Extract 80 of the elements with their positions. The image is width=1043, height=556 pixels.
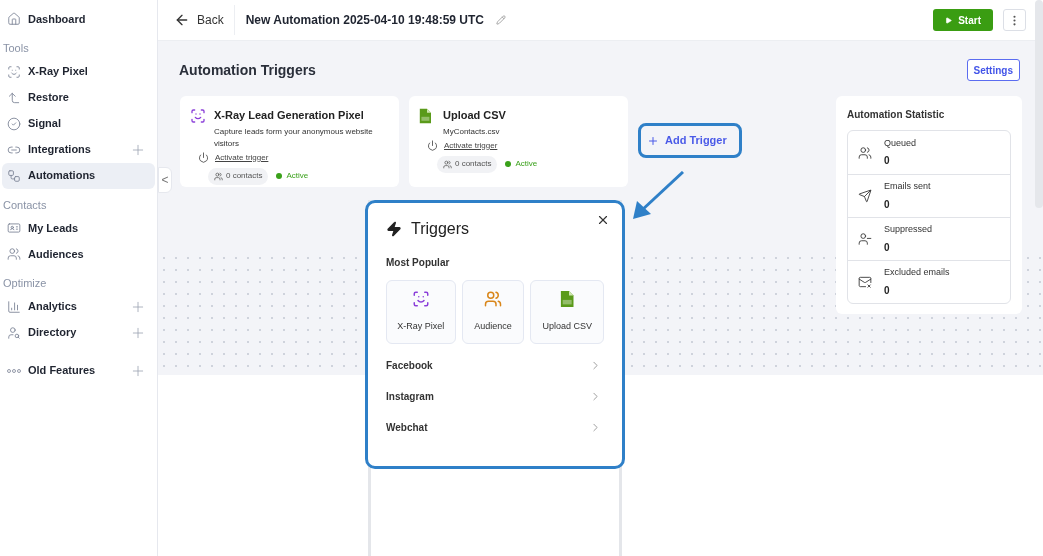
power-icon[interactable] xyxy=(427,140,438,151)
scan-icon xyxy=(190,108,206,124)
sidebar-item[interactable]: Signal xyxy=(2,110,155,137)
section-label: Contacts xyxy=(2,197,48,213)
plus-icon xyxy=(647,134,659,147)
scan-icon xyxy=(7,64,21,79)
section-label: Optimize xyxy=(2,276,48,291)
scan-icon xyxy=(411,290,430,309)
trigger-option[interactable]: Audience xyxy=(461,280,525,344)
more-button[interactable] xyxy=(1003,9,1026,31)
bar-chart-icon xyxy=(7,299,21,314)
branch-icon xyxy=(7,168,21,183)
settings-button[interactable]: Settings xyxy=(966,59,1020,81)
sidebar-item[interactable]: Automations xyxy=(2,162,155,189)
section-label: Tools xyxy=(2,41,30,56)
file-icon xyxy=(419,108,432,124)
channel-item[interactable]: Webchat xyxy=(386,412,604,443)
lightning-icon xyxy=(386,221,402,237)
back-button[interactable]: Back xyxy=(174,5,235,35)
section-title: Automation Triggers xyxy=(179,60,316,80)
sidebar-item[interactable]: Integrations xyxy=(2,136,155,163)
collapse-button[interactable]: < xyxy=(158,167,172,193)
sidebar-item[interactable]: Analytics xyxy=(2,293,155,320)
popup-title: Triggers xyxy=(411,219,470,239)
status-label: Active xyxy=(515,158,538,170)
statistic-label: Queued xyxy=(884,136,917,150)
annotation-arrow xyxy=(631,171,685,221)
home-icon xyxy=(7,12,21,26)
people-icon xyxy=(484,290,503,309)
sidebar-item[interactable]: X-Ray Pixel xyxy=(2,58,155,85)
sidebar-item[interactable]: My Leads xyxy=(2,215,155,241)
person-search-icon xyxy=(7,325,21,340)
people-icon xyxy=(443,159,452,169)
card-title: Upload CSV xyxy=(443,108,507,123)
statistic-label: Suppressed xyxy=(884,223,933,237)
statistic-value: 0 xyxy=(884,240,891,255)
contacts-chip: 0 contacts xyxy=(437,155,498,173)
person-minus-icon xyxy=(858,232,872,246)
card-title: Automation Statistic xyxy=(847,108,946,122)
add-trigger-button[interactable]: Add Trigger xyxy=(638,123,742,158)
sidebar-item[interactable]: Directory xyxy=(2,319,155,346)
edit-icon[interactable] xyxy=(496,15,506,25)
sidebar-item[interactable]: Restore xyxy=(2,84,155,111)
trigger-card[interactable]: X-Ray Lead Generation Pixel Capture leads form your anonymous website visitors Activate trigger 0 contacts Active xyxy=(180,96,399,187)
corner-arrow-icon xyxy=(7,90,21,105)
card-description: MyContacts.csv xyxy=(443,125,501,138)
mail-cross-icon xyxy=(858,275,872,289)
sidebar-item[interactable]: Audiences xyxy=(2,241,155,267)
section-label: Most Popular xyxy=(386,256,451,270)
card-title: X-Ray Lead Generation Pixel xyxy=(214,108,365,123)
status-label: Active xyxy=(286,170,309,182)
play-icon xyxy=(945,16,953,24)
check-circle-icon xyxy=(7,116,21,131)
trigger-option[interactable]: Upload CSV xyxy=(530,280,604,344)
sidebar-item[interactable]: Old Features xyxy=(2,357,155,384)
activate-link[interactable]: Activate trigger xyxy=(215,151,269,164)
activate-link[interactable]: Activate trigger xyxy=(444,139,498,152)
statistic-value: 0 xyxy=(884,154,891,169)
people-icon xyxy=(858,145,872,160)
statistic-label: Excluded emails xyxy=(884,266,950,280)
contacts-chip: 0 contacts xyxy=(208,167,269,185)
statistic-value: 0 xyxy=(884,197,891,212)
file-icon xyxy=(560,290,575,309)
channel-item[interactable]: Facebook xyxy=(386,350,604,381)
power-icon[interactable] xyxy=(198,152,209,163)
close-icon[interactable] xyxy=(596,213,610,227)
people-icon xyxy=(214,171,223,181)
channel-item[interactable]: Instagram xyxy=(386,381,604,412)
id-card-icon xyxy=(7,221,21,235)
trigger-option[interactable]: X-Ray Pixel xyxy=(386,280,456,344)
automation-title: New Automation 2025-04-10 19:48:59 UTC xyxy=(245,12,484,29)
send-icon xyxy=(858,189,872,203)
people-icon xyxy=(7,247,21,261)
statistic-value: 0 xyxy=(884,283,891,298)
scrollbar[interactable] xyxy=(1035,0,1043,208)
card-description: Capture leads form your anonymous website visitors xyxy=(214,125,374,150)
trigger-card[interactable]: Upload CSV MyContacts.csv Activate trigger 0 contacts Active xyxy=(409,96,628,187)
sidebar-item[interactable]: Dashboard xyxy=(2,6,155,32)
statistic-label: Emails sent xyxy=(884,180,931,194)
dots-icon xyxy=(7,368,21,373)
